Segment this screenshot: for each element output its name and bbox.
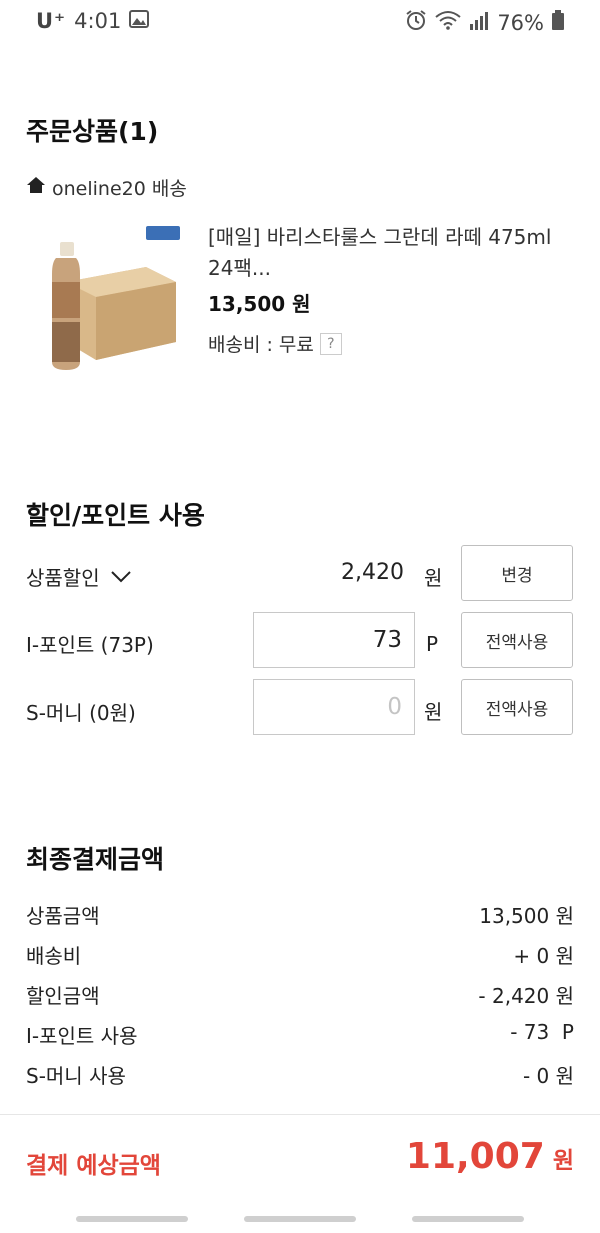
summary-label-discount: 할인금액 (26, 984, 100, 1008)
status-bar: U⁺ 4:01 76% (0, 0, 600, 44)
change-discount-button[interactable]: 변경 (461, 545, 573, 601)
carrier-label: U⁺ (36, 9, 67, 33)
nav-home-button[interactable] (244, 1216, 356, 1222)
discount-section-title: 할인/포인트 사용 (26, 501, 205, 530)
smoney-use-all-button[interactable]: 전액사용 (461, 679, 573, 735)
image-icon (129, 9, 150, 33)
alarm-icon (405, 9, 427, 36)
total-amount-unit: 원 (552, 1148, 574, 1174)
signal-icon (469, 11, 489, 35)
product-discount-unit: 원 (424, 566, 443, 590)
order-section-title: 주문상품(1) (26, 117, 159, 146)
product-shipping: 배송비 : 무료 ? (208, 330, 342, 357)
product-price: 13,500 원 (208, 292, 311, 316)
nav-recent-button[interactable] (76, 1216, 188, 1222)
summary-label-ipoint: I-포인트 사용 (26, 1024, 138, 1048)
product-image[interactable] (26, 222, 204, 400)
shop-row: oneline20 배송 (26, 174, 187, 201)
smoney-label: S-머니 (0원) (26, 701, 136, 725)
nav-back-button[interactable] (412, 1216, 524, 1222)
ipoint-use-all-button[interactable]: 전액사용 (461, 612, 573, 668)
product-name[interactable]: [매일] 바리스타룰스 그란데 라떼 475ml 24팩... (208, 222, 568, 284)
shop-name: oneline20 배송 (52, 178, 187, 200)
navigation-bar (0, 1208, 600, 1233)
shipping-label: 배송비 : 무료 (208, 334, 314, 356)
summary-value-shipping: + 0 원 (513, 944, 574, 968)
ipoint-unit: P (426, 632, 439, 656)
status-left: U⁺ 4:01 (36, 9, 150, 33)
chevron-down-icon (110, 565, 132, 589)
home-icon (26, 176, 46, 199)
smoney-unit: 원 (424, 700, 443, 724)
summary-value-smoney: - 0 원 (522, 1064, 574, 1088)
status-right: 76% (405, 9, 564, 36)
summary-label-smoney: S-머니 사용 (26, 1064, 126, 1088)
smoney-input[interactable]: 0 (253, 679, 415, 735)
battery-label: 76% (497, 10, 544, 35)
total-amount: 11,007 원 (406, 1136, 574, 1177)
product-discount-toggle[interactable]: 상품할인 (26, 562, 132, 591)
total-amount-number: 11,007 (405, 1136, 545, 1177)
total-label: 결제 예상금액 (26, 1153, 161, 1179)
shipping-help-button[interactable]: ? (319, 332, 342, 355)
divider (0, 1114, 600, 1115)
product-discount-label: 상품할인 (26, 566, 100, 590)
summary-section-title: 최종결제금액 (26, 845, 165, 874)
time-label: 4:01 (74, 9, 122, 33)
product-discount-amount: 2,420 (341, 560, 404, 585)
summary-label-product: 상품금액 (26, 904, 100, 928)
summary-label-shipping: 배송비 (26, 944, 82, 968)
ipoint-input[interactable]: 73 (253, 612, 415, 668)
summary-value-discount: - 2,420 원 (478, 984, 574, 1008)
summary-value-ipoint: - 73 P (510, 1020, 574, 1044)
summary-value-product: 13,500 원 (479, 904, 574, 928)
ipoint-label: I-포인트 (73P) (26, 633, 154, 657)
wifi-icon (435, 10, 461, 35)
battery-icon (552, 10, 564, 35)
